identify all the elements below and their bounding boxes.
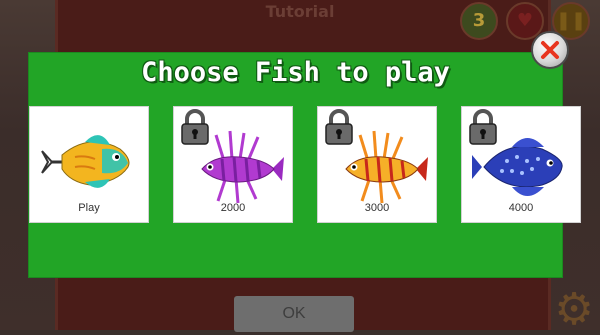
fish-card-4000[interactable]: 4000 bbox=[461, 106, 581, 223]
dialog-title: Choose Fish to play bbox=[141, 57, 450, 88]
fish-card-play[interactable]: Play bbox=[29, 106, 149, 223]
gear-icon[interactable]: ⚙ bbox=[552, 288, 596, 332]
card-price: 4000 bbox=[508, 202, 534, 214]
card-label: Play bbox=[78, 202, 100, 214]
close-x-icon bbox=[541, 41, 559, 59]
fish-card-3000[interactable]: 3000 bbox=[317, 106, 437, 223]
lives-counter: 3 bbox=[460, 2, 498, 40]
lock-icon bbox=[325, 109, 353, 145]
lock-icon bbox=[469, 109, 497, 145]
card-price: 3000 bbox=[364, 202, 390, 214]
lock-icon bbox=[181, 109, 209, 145]
triggerfish-icon bbox=[41, 135, 130, 188]
fish-card-2000[interactable]: 2000 bbox=[173, 106, 293, 223]
close-button[interactable] bbox=[531, 31, 569, 69]
ok-button[interactable]: OK bbox=[234, 296, 354, 332]
choose-fish-dialog: Choose Fish to play Play 2000 3000 4000 bbox=[29, 53, 581, 277]
card-price: 2000 bbox=[220, 202, 246, 214]
